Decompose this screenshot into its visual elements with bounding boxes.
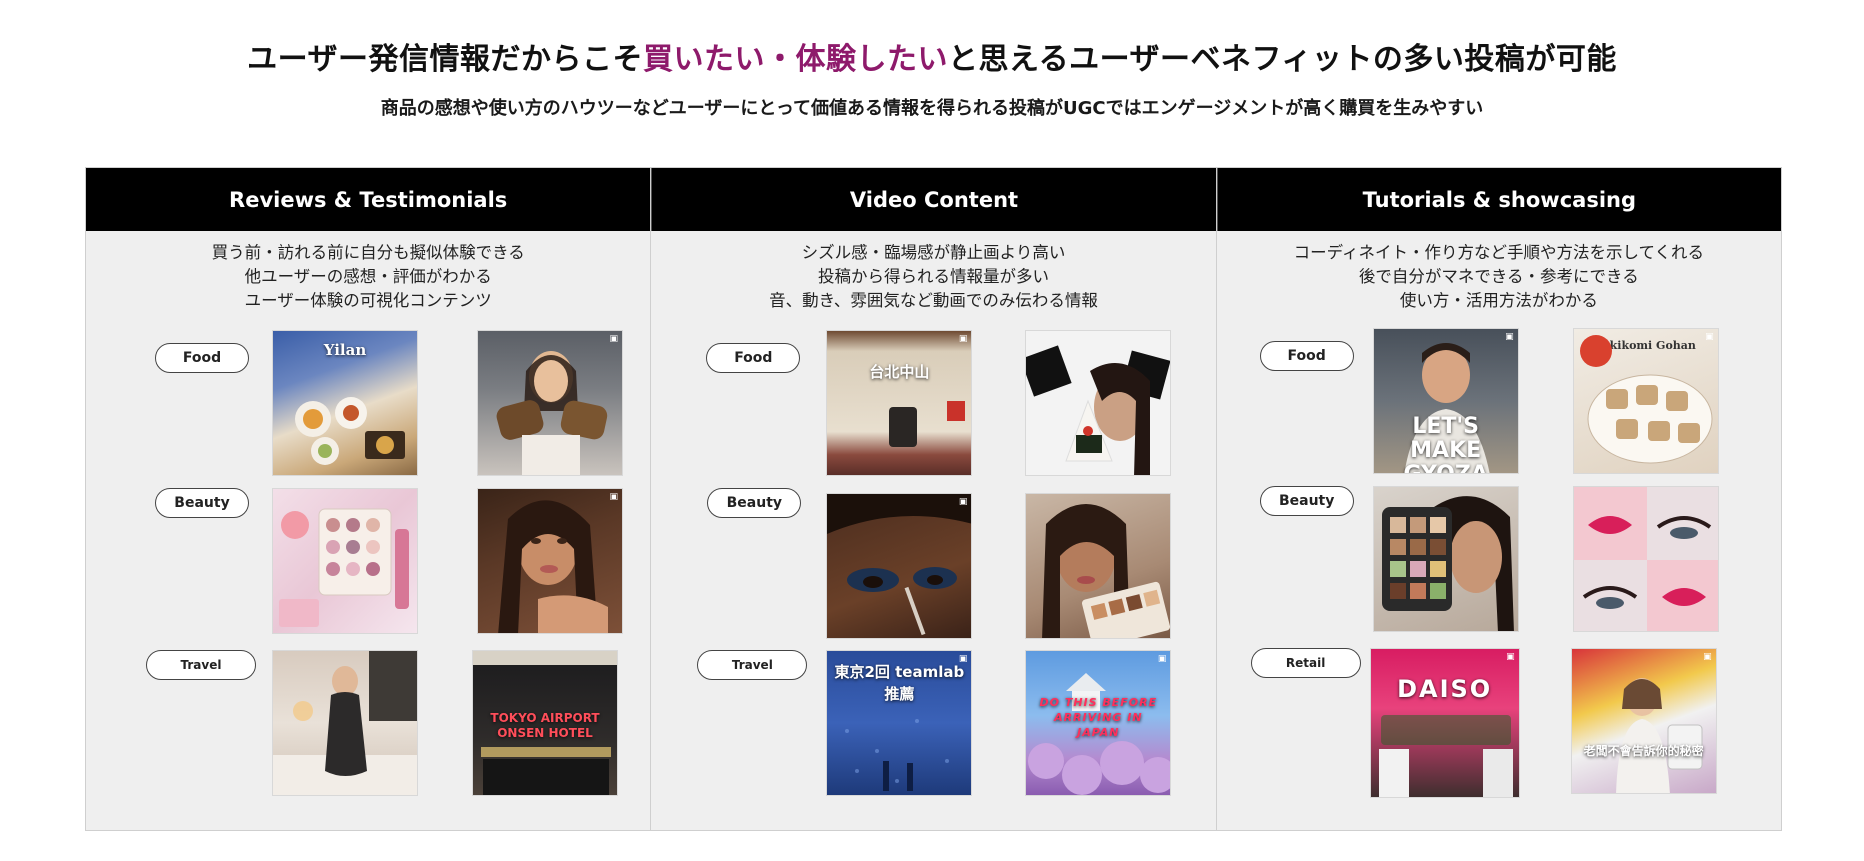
column-heading: Video Content — [651, 168, 1216, 231]
thumbnail-caption: 老闆不會告訴你的秘密 — [1583, 744, 1704, 758]
row-retail: Retail DAISO ▣ 老闆不會告訴你的秘密 ▣ — [1217, 648, 1781, 798]
title-accent: 買いたい・体験したい — [643, 42, 948, 77]
image-thumbnail[interactable]: Yilan — [272, 330, 418, 476]
desc-line: ユーザー体験の可視化コンテンツ — [244, 291, 492, 310]
hotel-room-graphic — [273, 651, 417, 795]
image-thumbnail[interactable] — [272, 650, 418, 796]
thumbnail-caption: LET'S MAKE GYOZA — [1403, 414, 1487, 474]
teamlab-lights-graphic — [845, 719, 950, 791]
reel-icon: ▣ — [958, 654, 968, 664]
page-title: ユーザー発信情報だからこそ買いたい・体験したいと思えるユーザーベネフィットの多い… — [0, 34, 1864, 78]
palette-model-graphic — [1042, 504, 1171, 638]
category-tag: Retail — [1250, 648, 1361, 678]
column-tutorials: Tutorials & showcasing コーディネイト・作り方など手順や方… — [1215, 168, 1781, 830]
category-tag: Travel — [697, 650, 808, 680]
desc-line: 後で自分がマネできる・参考にできる — [1358, 267, 1639, 286]
model-portrait-graphic — [498, 500, 608, 633]
image-thumbnail[interactable] — [1025, 330, 1172, 476]
image-thumbnail[interactable] — [1572, 486, 1719, 632]
food-plates-graphic — [295, 397, 405, 465]
image-thumbnail[interactable]: LET'S MAKE GYOZA ▣ — [1372, 328, 1519, 474]
eyeshadow-palette-graphic — [279, 508, 409, 627]
image-thumbnail[interactable]: DO THIS BEFORE ARRIVING IN JAPAN ▣ — [1025, 650, 1172, 796]
column-description: シズル感・臨場感が静止画より高い 投稿から得られる情報量が多い 音、動き、雰囲気… — [651, 241, 1215, 313]
person-burrito-graphic — [496, 351, 608, 475]
category-tag: Beauty — [707, 488, 802, 518]
column-heading: Tutorials & showcasing — [1216, 168, 1781, 231]
lips-eyes-graphic — [1573, 487, 1718, 631]
reel-icon: ▣ — [1157, 654, 1167, 664]
image-thumbnail[interactable]: DAISO ▣ — [1369, 648, 1520, 798]
image-thumbnail[interactable] — [272, 488, 418, 634]
desc-line: 使い方・活用方法がわかる — [1399, 291, 1598, 310]
image-thumbnail[interactable]: ▣ — [826, 493, 973, 639]
desc-line: コーディネイト・作り方など手順や方法を示してくれる — [1293, 243, 1704, 262]
title-before: ユーザー発信情報だからこそ — [247, 42, 643, 77]
concealer-palette-graphic — [1381, 496, 1514, 631]
onigiri-graphic — [1026, 345, 1171, 475]
column-reviews: Reviews & Testimonials 買う前・訪れる前に自分も擬似体験で… — [86, 168, 651, 830]
desc-line: 投稿から得られる情報量が多い — [817, 267, 1049, 286]
column-video: Video Content シズル感・臨場感が静止画より高い 投稿から得られる情… — [650, 168, 1216, 830]
category-tag: Travel — [146, 650, 256, 680]
image-thumbnail[interactable] — [1372, 486, 1519, 632]
category-tag: Food — [155, 343, 249, 373]
column-description: 買う前・訪れる前に自分も擬似体験できる 他ユーザーの感想・評価がわかる ユーザー… — [86, 241, 650, 313]
reel-icon: ▣ — [1705, 332, 1714, 342]
content-panel: Reviews & Testimonials 買う前・訪れる前に自分も擬似体験で… — [85, 167, 1782, 831]
thumbnail-caption: TOKYO AIRPORT ONSEN HOTEL — [490, 711, 600, 740]
row-beauty: Beauty — [86, 488, 650, 634]
reel-icon: ▣ — [1505, 332, 1514, 342]
category-tag: Food — [706, 343, 801, 373]
row-food: Food LET'S MAKE GYOZA ▣ Takikomi Gohan — [1217, 328, 1781, 474]
column-heading: Reviews & Testimonials — [86, 168, 651, 231]
category-tag: Beauty — [155, 488, 249, 518]
category-tag: Food — [1259, 341, 1354, 371]
reel-icon: ▣ — [1506, 652, 1515, 662]
image-thumbnail[interactable] — [1025, 493, 1172, 639]
restaurant-interior-graphic — [889, 401, 966, 447]
row-travel: Travel TOKYO AIRPORT ONSEN HOTEL — [86, 650, 650, 796]
image-thumbnail[interactable]: ▣ — [477, 488, 623, 634]
title-after: と思えるユーザーベネフィットの多い投稿が可能 — [948, 42, 1617, 77]
column-description: コーディネイト・作り方など手順や方法を示してくれる 後で自分がマネできる・参考に… — [1217, 241, 1781, 313]
row-food: Food Yilan ▣ — [86, 330, 650, 476]
reel-icon: ▣ — [958, 334, 968, 344]
desc-line: 買う前・訪れる前に自分も擬似体験できる — [211, 243, 525, 262]
row-travel: Travel 東京2回 teamlab推薦 ▣ DO THIS BEFORE A… — [651, 650, 1215, 796]
eye-makeup-graphic — [827, 494, 972, 636]
row-beauty: Beauty — [1217, 486, 1781, 632]
reel-icon: ▣ — [609, 492, 618, 502]
desc-line: 音、動き、雰囲気など動画でのみ伝わる情報 — [769, 291, 1098, 310]
page-subtitle: 商品の感想や使い方のハウツーなどユーザーにとって価値ある情報を得られる投稿がUG… — [380, 98, 1484, 119]
desc-line: 他ユーザーの感想・評価がわかる — [244, 267, 492, 286]
thumbnail-caption: DO THIS BEFORE ARRIVING IN JAPAN — [1039, 696, 1158, 739]
image-thumbnail[interactable]: TOKYO AIRPORT ONSEN HOTEL — [472, 650, 618, 796]
image-thumbnail[interactable]: ▣ — [477, 330, 623, 476]
reel-icon: ▣ — [1703, 652, 1712, 662]
image-thumbnail[interactable]: 東京2回 teamlab推薦 ▣ — [826, 650, 973, 796]
image-thumbnail[interactable]: 老闆不會告訴你的秘密 ▣ — [1570, 648, 1717, 794]
reel-icon: ▣ — [958, 497, 968, 507]
image-thumbnail[interactable]: Takikomi Gohan ▣ — [1572, 328, 1719, 474]
store-aisle-graphic — [1378, 715, 1513, 797]
row-beauty: Beauty ▣ — [651, 488, 1215, 639]
shopping-person-graphic — [1615, 678, 1703, 793]
reel-icon: ▣ — [609, 334, 618, 344]
image-thumbnail[interactable]: 台北中山 ▣ — [826, 330, 973, 476]
rice-balls-graphic — [1579, 335, 1713, 464]
category-tag: Beauty — [1259, 486, 1354, 516]
row-food: Food 台北中山 ▣ — [651, 330, 1215, 476]
desc-line: シズル感・臨場感が静止画より高い — [801, 243, 1066, 262]
